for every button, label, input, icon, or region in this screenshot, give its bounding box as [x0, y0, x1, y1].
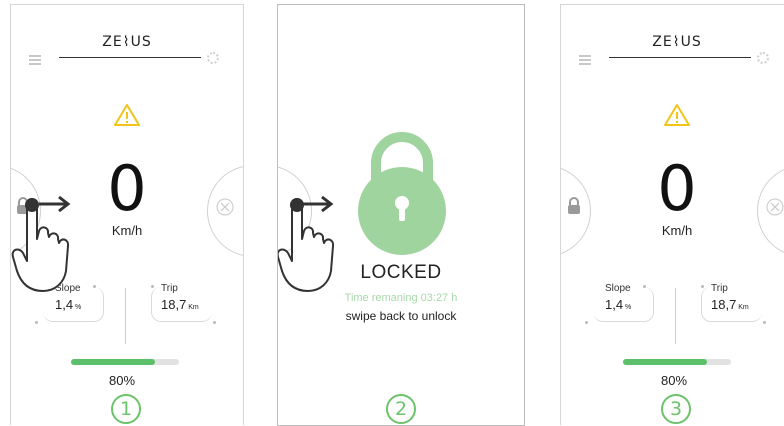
menu-icon[interactable]: [579, 55, 591, 67]
trip-label: Trip: [711, 283, 728, 294]
trip-dot: [213, 321, 216, 324]
slope-dot: [93, 285, 96, 288]
trip-dot: [151, 285, 154, 288]
trip-label: Trip: [161, 283, 178, 294]
step-number: 1: [111, 394, 141, 424]
battery-bar: [623, 359, 731, 365]
speed-value: 0: [657, 152, 697, 225]
battery-bar-fill: [71, 359, 156, 365]
arrow-right-icon: [302, 195, 334, 213]
warning-icon: [114, 104, 140, 126]
gear-icon[interactable]: [757, 52, 769, 64]
menu-icon[interactable]: [29, 55, 41, 67]
logo-underline: [609, 57, 751, 58]
battery-bar-fill: [623, 359, 708, 365]
logo-underline: [59, 57, 201, 58]
trip-value: 18,7 Km: [711, 297, 749, 312]
trip-dot: [763, 321, 766, 324]
divider: [125, 288, 126, 344]
slope-value: 1,4 %: [605, 297, 632, 312]
slope-value: 1,4 %: [55, 297, 82, 312]
screen-1-dashboard: ZE⌇US 0 Km/h Slope 1,4 % Trip 18,7 Km 80…: [10, 4, 244, 425]
warning-icon: [664, 104, 690, 126]
unlock-hint: swipe back to unlock: [345, 309, 457, 323]
screen-3-dashboard: ZE⌇US 0 Km/h Slope 1,4 % Trip 18,7 Km 80…: [560, 4, 784, 425]
trip-value: 18,7 Km: [161, 297, 199, 312]
step-number: 2: [386, 394, 416, 424]
slope-dot: [643, 285, 646, 288]
screen-2-locked: LOCKED Time remaning 03:27 h swipe back …: [277, 4, 525, 426]
slope-dot: [35, 321, 38, 324]
step-number: 3: [661, 394, 691, 424]
battery-bar: [71, 359, 179, 365]
speed-unit: Km/h: [661, 223, 693, 238]
lock-icon: [358, 132, 446, 255]
trip-dot: [701, 285, 704, 288]
arrow-right-icon: [39, 195, 71, 213]
divider: [675, 288, 676, 344]
gear-icon[interactable]: [207, 52, 219, 64]
battery-percent: 80%: [109, 373, 136, 388]
slope-dot: [585, 321, 588, 324]
battery-percent: 80%: [661, 373, 688, 388]
slope-label: Slope: [605, 283, 631, 294]
zeus-logo: ZE⌇US: [102, 34, 152, 50]
zeus-logo: ZE⌇US: [652, 34, 702, 50]
